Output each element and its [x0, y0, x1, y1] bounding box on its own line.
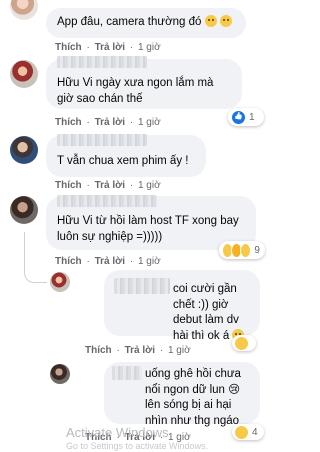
commenter-name-redacted — [112, 366, 142, 380]
avatar[interactable] — [10, 60, 38, 88]
comment-text: T vẫn chua xem phim ấy ! — [57, 155, 189, 167]
reaction-count: 1 — [249, 111, 255, 123]
comment-bubble: uống ghê hồi chưa nổi ngon dữ lun 😢 lên … — [104, 362, 260, 427]
haha-reaction-icon — [234, 424, 249, 440]
comment-actions: Thích · Trả lời · 1 giờ — [55, 42, 161, 53]
timestamp[interactable]: 1 giờ — [138, 256, 161, 267]
avatar[interactable] — [50, 272, 70, 292]
comment-actions: Thích · Trả lời · 1 giờ — [55, 180, 161, 191]
timestamp[interactable]: 1 giờ — [138, 180, 161, 191]
haha-reaction-icon — [234, 335, 249, 351]
comment-bubble: App đâu, camera thường đó — [46, 8, 246, 38]
reply-link[interactable]: Trả lời — [95, 256, 125, 267]
comment-text: Hữu Vi ngày xưa ngon lắm mà giờ sao chán… — [57, 77, 214, 105]
comment-actions: Thích · Trả lời · 1 giờ — [55, 256, 161, 267]
commenter-name-redacted — [114, 278, 170, 294]
comment-bubble: Hữu Vi ngày xưa ngon lắm mà giờ sao chán… — [46, 56, 242, 109]
commenter-name-redacted — [57, 195, 157, 207]
like-link[interactable]: Thích — [55, 117, 82, 128]
reaction-count: 9 — [254, 244, 260, 256]
comment-bubble: T vẫn chua xem phim ấy ! — [46, 134, 206, 177]
reaction-summary[interactable]: 4 — [232, 424, 264, 440]
reply-link[interactable]: Trả lời — [95, 42, 125, 53]
comment-text: Hữu Vi từ hồi làm host TF xong bay luôn … — [57, 215, 239, 243]
like-link[interactable]: Thích — [85, 345, 112, 356]
like-link[interactable]: Thích — [55, 42, 82, 53]
activate-windows-subtitle: Go to Settings to activate Windows. — [66, 441, 209, 451]
avatar[interactable] — [10, 136, 38, 164]
like-link[interactable]: Thích — [55, 256, 82, 267]
timestamp[interactable]: 1 giờ — [168, 345, 191, 356]
timestamp[interactable]: 1 giờ — [138, 117, 161, 128]
avatar[interactable] — [10, 196, 38, 224]
commenter-name-redacted — [57, 56, 147, 68]
reply-link[interactable]: Trả lời — [95, 117, 125, 128]
reply-link[interactable]: Trả lời — [95, 180, 125, 191]
activate-windows-watermark: Activate Windows — [66, 425, 169, 440]
timestamp[interactable]: 1 giờ — [138, 42, 161, 53]
reaction-summary[interactable]: 9 — [219, 241, 265, 259]
laughing-emoji-icon — [219, 15, 232, 27]
reply-link[interactable]: Trả lời — [125, 345, 155, 356]
like-reaction-icon — [231, 109, 246, 125]
comment-actions: Thích · Trả lời · 1 giờ — [55, 117, 161, 128]
avatar[interactable] — [50, 364, 70, 384]
laughing-emoji-icon — [204, 15, 217, 27]
comment-bubble: coi cười gần chết :)) giờ debut làm dv h… — [104, 270, 260, 342]
reaction-summary[interactable]: 1 — [228, 108, 264, 126]
comment-text: App đâu, camera thường đó — [57, 16, 202, 28]
reaction-count: 4 — [252, 426, 258, 438]
like-link[interactable]: Thích — [55, 180, 82, 191]
sad-reaction-icon — [240, 242, 252, 258]
reply-thread-line — [24, 232, 47, 283]
avatar[interactable] — [10, 0, 38, 20]
commenter-name-redacted — [57, 134, 147, 146]
comment-actions: Thích · Trả lời · 1 giờ — [85, 345, 191, 356]
reaction-summary[interactable] — [232, 335, 256, 351]
